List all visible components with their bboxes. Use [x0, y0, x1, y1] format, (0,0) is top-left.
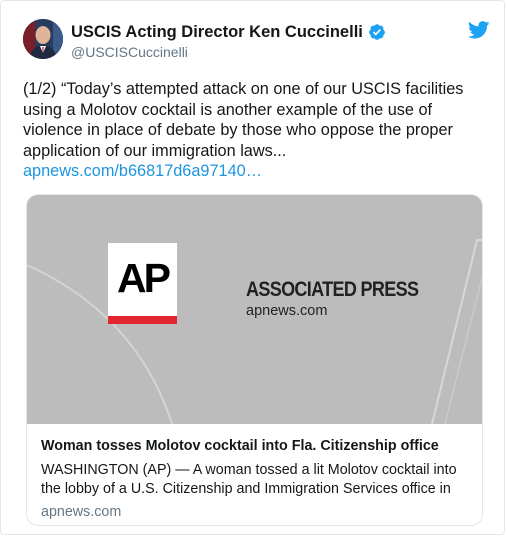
link-preview-card[interactable]: AP ASSOCIATED PRESS apnews.com Woman tos… [26, 194, 483, 526]
tweet-body: (1/2) “Today’s attempted attack on one o… [23, 80, 464, 160]
card-domain: apnews.com [41, 504, 122, 520]
ap-logo-red-bar [108, 316, 177, 324]
avatar[interactable] [23, 19, 63, 59]
card-description: WASHINGTON (AP) — A woman tossed a lit M… [41, 462, 457, 497]
verified-badge-icon [368, 23, 386, 41]
author-handle[interactable]: @USCISCuccinelli [71, 44, 386, 60]
tweet-header: USCIS Acting Director Ken Cuccinelli @US… [23, 19, 490, 65]
author-names: USCIS Acting Director Ken Cuccinelli @US… [71, 22, 386, 60]
tweet-text: (1/2) “Today’s attempted attack on one o… [23, 79, 491, 182]
ap-logo-letters: AP [117, 255, 171, 301]
card-title[interactable]: Woman tosses Molotov cocktail into Fla. … [41, 437, 471, 455]
ap-image-domain: apnews.com [246, 303, 328, 319]
card-body: Woman tosses Molotov cocktail into Fla. … [41, 437, 471, 520]
card-image[interactable]: AP ASSOCIATED PRESS apnews.com [27, 195, 482, 424]
twitter-bird-icon[interactable] [468, 21, 490, 39]
tweet-link[interactable]: apnews.com/b66817d6a97140… [23, 161, 491, 182]
ap-wordmark: ASSOCIATED PRESS [246, 278, 419, 301]
ap-logo: AP [108, 243, 177, 324]
author-display-name[interactable]: USCIS Acting Director Ken Cuccinelli [71, 23, 363, 42]
tweet-embed: USCIS Acting Director Ken Cuccinelli @US… [0, 0, 505, 535]
